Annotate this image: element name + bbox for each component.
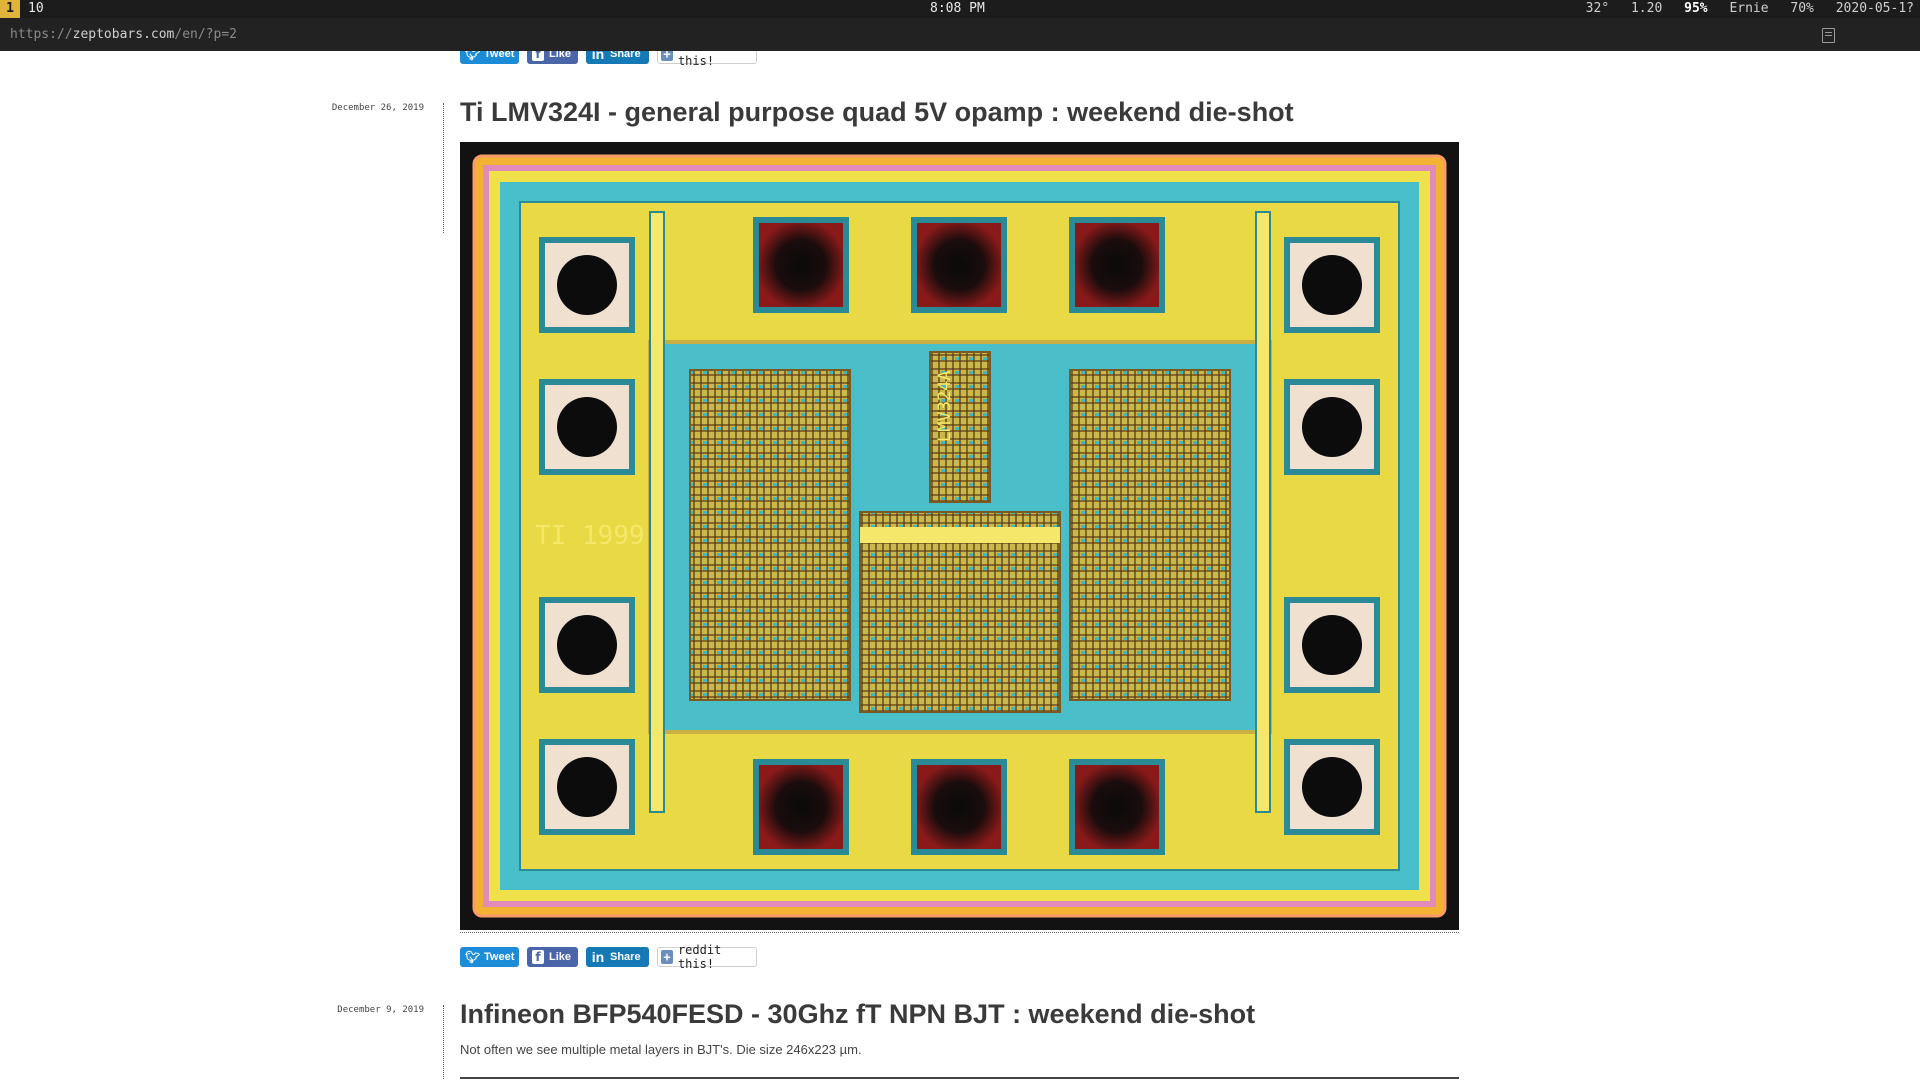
post-title-link[interactable]: Infineon BFP540FESD - 30Ghz fT NPN BJT :… xyxy=(460,999,1255,1030)
share-label: Share xyxy=(610,51,641,60)
date-indicator: 2020-05-1? xyxy=(1835,1,1914,16)
share-label: Share xyxy=(610,951,641,963)
post-date: December 26, 2019 xyxy=(331,103,424,113)
linkedin-icon: in xyxy=(591,51,605,62)
reddit-plus-icon: + xyxy=(661,950,673,964)
volume-indicator[interactable]: 95% xyxy=(1684,1,1707,16)
like-button[interactable]: f Like xyxy=(527,51,578,64)
like-label: Like xyxy=(548,51,571,60)
linkedin-share-button[interactable]: in Share xyxy=(586,947,649,967)
workspace-10-tab[interactable]: 10 xyxy=(28,0,44,18)
post-excerpt: Not often we see multiple metal layers i… xyxy=(460,1042,862,1057)
post-separator xyxy=(460,932,1459,933)
post-image-top-edge xyxy=(460,1077,1459,1079)
share-row: 🐦︎ Tweet f Like in Share + reddit this! xyxy=(460,943,757,971)
temperature-indicator: 32° xyxy=(1585,1,1610,16)
url-host: zeptobars.com xyxy=(72,27,175,42)
like-button[interactable]: f Like xyxy=(527,947,578,967)
twitter-icon: 🐦︎ xyxy=(465,51,481,61)
status-indicators: 32° 1.20 95% Ernie 70% 2020-05-1? xyxy=(1572,0,1914,18)
die-marking-year: TI 1999 xyxy=(535,521,645,551)
reddit-plus-icon: + xyxy=(661,51,673,61)
reddit-label: reddit this! xyxy=(677,943,722,971)
tweet-label: Tweet xyxy=(484,951,515,963)
post-divider-dots xyxy=(443,103,444,233)
share-row-top: 🐦︎Tweet f Like in Share + reddit this! xyxy=(460,51,757,68)
url-path: /en/?p=2 xyxy=(174,27,237,42)
tweet-button[interactable]: 🐦︎ Tweet xyxy=(460,947,519,967)
tweet-button[interactable]: 🐦︎ Tweet xyxy=(460,51,519,64)
post-title-link[interactable]: Ti LMV324I - general purpose quad 5V opa… xyxy=(460,97,1294,128)
url-scheme: https:// xyxy=(10,27,73,42)
linkedin-icon: in xyxy=(591,949,605,965)
like-label: Like xyxy=(548,951,571,963)
reddit-button[interactable]: + reddit this! xyxy=(657,51,757,68)
bookmark-icon[interactable] xyxy=(1822,28,1835,43)
system-status-bar: 1 10 8:08 PM 32° 1.20 95% Ernie 70% 2020… xyxy=(0,0,1920,18)
die-marking-chip-name: LMV324A xyxy=(935,370,955,442)
die-shot-image[interactable]: LMV324A TI 1999 xyxy=(460,142,1459,930)
facebook-icon: f xyxy=(532,51,544,61)
reddit-button[interactable]: + reddit this! xyxy=(657,943,757,971)
load-indicator: 1.20 xyxy=(1630,1,1663,16)
post-date: December 9, 2019 xyxy=(337,1005,424,1015)
linkedin-share-button[interactable]: in Share xyxy=(586,51,649,64)
post-divider-dots xyxy=(443,1005,444,1080)
user-name: Ernie xyxy=(1729,1,1769,16)
battery-indicator: 70% xyxy=(1790,1,1814,16)
web-page: 🐦︎Tweet fLike inShare +reddit this! Dece… xyxy=(0,51,1920,1080)
twitter-icon: 🐦︎ xyxy=(465,950,481,964)
tweet-label: Tweet xyxy=(484,51,515,60)
workspace-1-tab[interactable]: 1 xyxy=(0,0,20,18)
browser-url-bar[interactable]: https://zeptobars.com/en/?p=2 xyxy=(0,18,1920,52)
reddit-label: reddit this! xyxy=(677,51,721,68)
facebook-icon: f xyxy=(532,950,544,964)
clock: 8:08 PM xyxy=(930,1,985,16)
url-field[interactable]: https://zeptobars.com/en/?p=2 xyxy=(10,18,237,51)
